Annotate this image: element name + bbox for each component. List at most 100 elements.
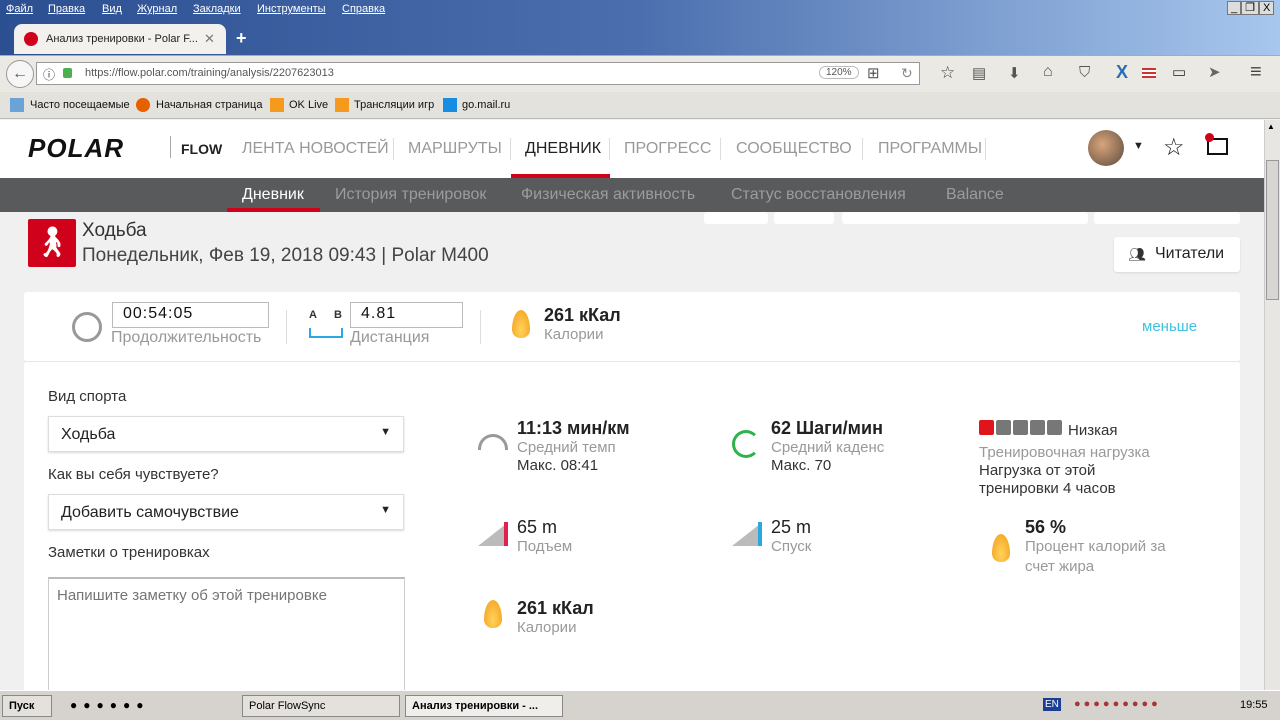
home-icon[interactable]: ⌂: [1043, 63, 1053, 81]
taskbar-item-label: Анализ тренировки - ...: [412, 700, 539, 712]
screen-icon[interactable]: ▭: [1172, 63, 1186, 81]
quick-launch-icons[interactable]: ●●●●●●: [70, 698, 150, 712]
taskbar-item-flowsync[interactable]: Polar FlowSync: [242, 695, 400, 717]
duration-field[interactable]: 00:54:05: [112, 302, 269, 328]
avg-pace-label: Средний темп: [517, 439, 616, 456]
notes-textarea[interactable]: [48, 577, 405, 690]
subnav-activity[interactable]: Физическая активность: [521, 186, 695, 204]
subnav-active-underline: [227, 208, 320, 212]
training-load-bar: [1047, 420, 1062, 435]
url-text[interactable]: https://flow.polar.com/training/analysis…: [85, 67, 334, 79]
zoom-level[interactable]: 120%: [819, 66, 859, 79]
url-bar[interactable]: ⓘ https://flow.polar.com/training/analys…: [36, 62, 920, 85]
nav-progress[interactable]: ПРОГРЕСС: [624, 140, 711, 158]
nav-newsfeed[interactable]: ЛЕНТА НОВОСТЕЙ: [242, 140, 389, 158]
menu-edit[interactable]: Правка: [48, 3, 85, 15]
menu-help[interactable]: Справка: [342, 3, 385, 15]
menu-history[interactable]: Журнал: [137, 3, 177, 15]
training-load-desc: Нагрузка от этой: [979, 462, 1096, 479]
nav-programs[interactable]: ПРОГРАММЫ: [878, 140, 982, 158]
search-icon: [443, 98, 457, 112]
x-extension-icon[interactable]: X: [1116, 62, 1128, 83]
bookmark-home[interactable]: Начальная страница: [156, 99, 262, 111]
pocket-icon[interactable]: ⛉: [1079, 64, 1090, 81]
training-date-device: Понедельник, Фев 19, 2018 09:43 | Polar …: [82, 245, 489, 266]
duration-label: Продолжительность: [111, 329, 262, 346]
close-tab-icon[interactable]: ✕: [204, 31, 215, 47]
details-card: Вид спорта Ходьба ▼ Как вы себя чувствует…: [24, 362, 1240, 690]
summary-calories-label: Калории: [544, 326, 604, 343]
back-button[interactable]: ←: [6, 60, 34, 88]
less-link[interactable]: меньше: [1142, 318, 1197, 335]
scrollbar-thumb[interactable]: [1266, 160, 1279, 300]
training-load-bar: [1030, 420, 1045, 435]
sport-select[interactable]: Ходьба ▼: [48, 416, 404, 452]
ascent-icon: [478, 524, 506, 546]
ascent-label: Подъем: [517, 538, 573, 555]
menu-tools[interactable]: Инструменты: [257, 3, 326, 15]
menu-view[interactable]: Вид: [102, 3, 122, 15]
tray-icons[interactable]: ●●●●●●●●●: [1074, 698, 1161, 710]
stopwatch-icon: [72, 312, 102, 342]
flame-icon: [484, 600, 502, 628]
send-icon[interactable]: ➤: [1208, 63, 1221, 81]
page-scrollbar[interactable]: ▲: [1264, 120, 1280, 690]
ab-a-label: A: [309, 309, 317, 321]
user-avatar[interactable]: [1088, 130, 1124, 166]
subnav-balance[interactable]: Balance: [946, 186, 1004, 204]
feeling-select[interactable]: Добавить самочувствие ▼: [48, 494, 404, 530]
chevron-down-icon[interactable]: ▼: [1133, 140, 1144, 152]
fat-percent-label: счет жира: [1025, 558, 1095, 575]
subnav-recovery[interactable]: Статус восстановления: [731, 186, 906, 204]
sport-label: Вид спорта: [48, 388, 127, 405]
menu-hamburger-icon[interactable]: ≡: [1250, 61, 1262, 84]
download-icon[interactable]: ⬇: [1008, 64, 1021, 82]
calories-value: 261 кКал: [517, 598, 594, 618]
bookmark-star-icon[interactable]: ☆: [940, 63, 955, 83]
nav-community[interactable]: СООБЩЕСТВО: [736, 140, 852, 158]
subnav-history[interactable]: История тренировок: [335, 186, 486, 204]
training-load-bar: [1013, 420, 1028, 435]
flag-extension-icon[interactable]: [1142, 68, 1156, 78]
bookmark-mail[interactable]: go.mail.ru: [462, 99, 510, 111]
window-controls[interactable]: _ ❐ X: [1227, 1, 1275, 15]
browser-tab-active[interactable]: Анализ тренировки - Polar F... ✕: [14, 24, 226, 54]
action-button[interactable]: [1094, 212, 1240, 224]
feeling-select-value: Добавить самочувствие: [61, 504, 239, 521]
bookmark-most-visited[interactable]: Часто посещаемые: [30, 99, 130, 111]
new-tab-button[interactable]: +: [236, 28, 247, 49]
nav-routes[interactable]: МАРШРУТЫ: [408, 140, 502, 158]
chevron-down-icon: ▼: [380, 504, 391, 516]
descent-arrow-icon: [758, 522, 762, 546]
polar-logo[interactable]: POLAR: [28, 133, 124, 164]
bookmark-games[interactable]: Трансляции игр: [354, 99, 434, 111]
training-load-desc: тренировки 4 часов: [979, 480, 1116, 497]
clock: 19:55: [1240, 699, 1268, 711]
action-button[interactable]: [842, 212, 1088, 224]
nav-diary[interactable]: ДНЕВНИК: [525, 140, 601, 158]
taskbar-item-firefox[interactable]: Анализ тренировки - ...: [405, 695, 563, 717]
max-pace: Макс. 08:41: [517, 457, 599, 474]
scroll-up-icon[interactable]: ▲: [1267, 122, 1275, 131]
followers-button[interactable]: 👥︎ Читатели: [1114, 237, 1240, 272]
menu-bookmarks[interactable]: Закладки: [193, 3, 241, 15]
favorites-star-icon[interactable]: ☆: [1163, 133, 1185, 162]
bookmark-ok-live[interactable]: OK Live: [289, 99, 328, 111]
reading-list-icon[interactable]: ▤: [972, 64, 986, 82]
cadence-icon: [732, 430, 760, 458]
menu-file[interactable]: Файл: [6, 3, 33, 15]
action-button[interactable]: [774, 212, 834, 224]
ascent-value: 65 m: [517, 517, 558, 537]
training-load-bar: [979, 420, 994, 435]
reader-grid-icon[interactable]: ⊞: [867, 64, 880, 82]
info-icon[interactable]: ⓘ: [43, 66, 55, 83]
divider: [170, 136, 171, 158]
walking-sport-icon: 🚶︎: [28, 219, 76, 267]
start-button[interactable]: Пуск: [2, 695, 52, 717]
subnav-diary[interactable]: Дневник: [242, 186, 304, 204]
language-indicator[interactable]: EN: [1043, 698, 1061, 711]
action-button[interactable]: [704, 212, 768, 224]
reload-icon[interactable]: ↻: [901, 65, 913, 82]
sub-navigation: Дневник История тренировок Физическая ак…: [0, 178, 1264, 212]
distance-field[interactable]: 4.81: [350, 302, 463, 328]
